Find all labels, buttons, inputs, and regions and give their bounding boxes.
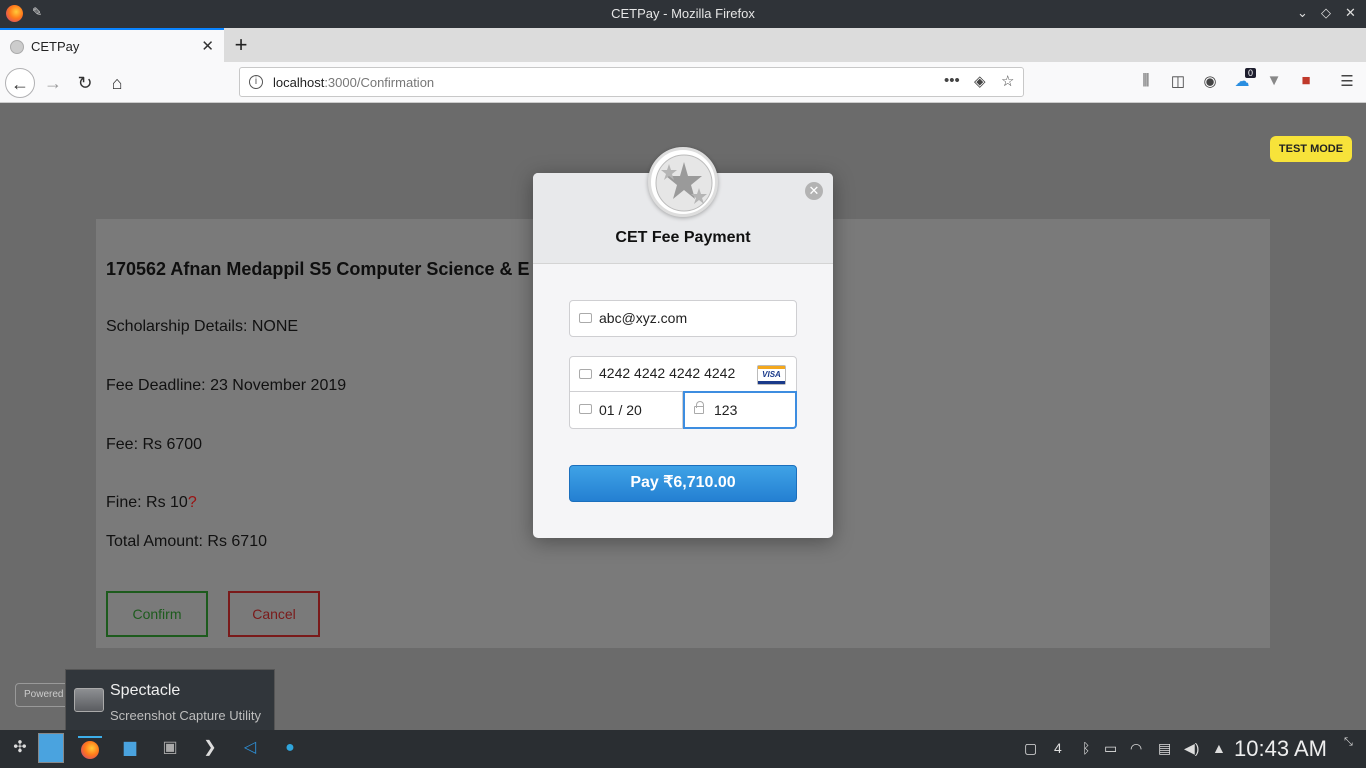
- app-launcher-icon[interactable]: ✣: [8, 736, 32, 760]
- modal-header: CET Fee Payment ✕: [533, 147, 833, 264]
- cancel-button[interactable]: Cancel: [228, 591, 320, 637]
- url-text[interactable]: localhost:3000/Confirmation: [273, 75, 434, 90]
- extension-badge: 0: [1245, 68, 1257, 78]
- expiry-field[interactable]: 01 / 20: [569, 391, 683, 429]
- wifi-icon[interactable]: ◠: [1130, 740, 1142, 757]
- taskbar: ✣ ▆ ▣ ❯ ◁ ● ▢ 4 ᛒ ▭ ◠ ▤ ◀) ▲ 10:43 AM ⤡: [0, 730, 1366, 768]
- file-manager-icon[interactable]: ▆: [118, 736, 142, 760]
- taskbar-firefox-icon[interactable]: [78, 736, 102, 760]
- payment-modal: CET Fee Payment ✕ abc@xyz.com 4242 4242 …: [533, 147, 833, 538]
- battery-icon[interactable]: ▭: [1104, 740, 1117, 757]
- cvc-value[interactable]: 123: [714, 402, 737, 418]
- tab-bar: CETPay ✕ +: [0, 28, 1366, 62]
- email-value[interactable]: abc@xyz.com: [599, 310, 687, 326]
- bluetooth-icon[interactable]: ᛒ: [1082, 740, 1090, 756]
- lock-icon: [694, 401, 704, 414]
- test-mode-badge: TEST MODE: [1270, 136, 1352, 162]
- account-icon[interactable]: ◉: [1200, 72, 1220, 90]
- tab-cetpay[interactable]: CETPay ✕: [0, 28, 224, 62]
- bookmark-star-icon[interactable]: ☆: [1001, 72, 1014, 90]
- library-icon[interactable]: ⫼: [1136, 72, 1156, 89]
- notes-icon[interactable]: ▢: [1024, 740, 1037, 757]
- vue-devtools-icon[interactable]: ▼: [1264, 72, 1284, 89]
- clipboard-icon[interactable]: ▤: [1158, 740, 1171, 757]
- calendar-icon: [579, 404, 592, 414]
- vscode-icon[interactable]: ◁: [238, 736, 262, 760]
- close-modal-icon[interactable]: ✕: [805, 182, 823, 200]
- envelope-icon: [579, 313, 592, 323]
- pocket-icon[interactable]: ◈: [974, 72, 986, 90]
- window-title: CETPay - Mozilla Firefox: [611, 6, 755, 21]
- close-window-button[interactable]: ✕: [1345, 5, 1356, 21]
- taskbar-tooltip: Spectacle Screenshot Capture Utility: [65, 669, 275, 731]
- volume-icon[interactable]: ◀): [1184, 740, 1199, 757]
- sidebar-icon[interactable]: ◫: [1168, 72, 1188, 90]
- visa-icon: VISA: [757, 365, 786, 385]
- fee-amount: Fee: Rs 6700: [106, 436, 203, 453]
- window-titlebar: ✎ CETPay - Mozilla Firefox ⌄ ◇ ✕: [0, 0, 1366, 28]
- reload-button[interactable]: ↻: [70, 68, 100, 98]
- terminal-icon[interactable]: ❯: [198, 736, 222, 760]
- modal-title: CET Fee Payment: [615, 229, 751, 246]
- tooltip-app-desc: Screenshot Capture Utility: [110, 708, 262, 723]
- menu-icon[interactable]: ☰: [1337, 72, 1357, 90]
- taskbar-spectacle-icon[interactable]: ▣: [158, 736, 182, 760]
- fine-amount: Fine: Rs 10?: [106, 494, 197, 511]
- pay-button[interactable]: Pay ₹6,710.00: [569, 465, 797, 502]
- credit-card-icon: [579, 369, 592, 379]
- info-icon[interactable]: i: [249, 75, 263, 89]
- url-bar[interactable]: i localhost:3000/Confirmation ••• ◈ ☆: [239, 67, 1024, 97]
- expiry-value[interactable]: 01 / 20: [599, 402, 642, 418]
- new-tab-button[interactable]: +: [230, 32, 252, 58]
- fine-help-icon[interactable]: ?: [188, 494, 197, 511]
- tooltip-app-name: Spectacle: [110, 682, 181, 699]
- student-heading: 170562 Afnan Medappil S5 Computer Scienc…: [106, 259, 530, 279]
- back-button[interactable]: ←: [5, 68, 35, 98]
- show-desktop-icon[interactable]: ⤡: [1344, 736, 1353, 749]
- minimize-button[interactable]: ⌄: [1297, 5, 1308, 21]
- email-field[interactable]: abc@xyz.com: [569, 300, 797, 337]
- globe-icon: [10, 40, 24, 54]
- telegram-icon[interactable]: ●: [278, 736, 302, 760]
- merchant-logo: [648, 147, 718, 217]
- confirm-button[interactable]: Confirm: [106, 591, 208, 637]
- nav-toolbar: ← → ↻ ⌂ i localhost:3000/Confirmation ••…: [0, 62, 1366, 103]
- spectacle-icon: [74, 688, 104, 712]
- desktop-number[interactable]: 4: [1054, 740, 1062, 756]
- home-button[interactable]: ⌂: [102, 68, 132, 98]
- card-number-value[interactable]: 4242 4242 4242 4242: [599, 365, 735, 381]
- page-actions-icon[interactable]: •••: [944, 72, 960, 89]
- card-number-field[interactable]: 4242 4242 4242 4242 VISA: [569, 356, 797, 392]
- desktop-pager-icon[interactable]: [38, 733, 64, 763]
- fee-deadline: Fee Deadline: 23 November 2019: [106, 377, 347, 394]
- tab-label: CETPay: [31, 39, 80, 54]
- tray-expand-icon[interactable]: ▲: [1212, 740, 1226, 756]
- total-amount: Total Amount: Rs 6710: [106, 533, 267, 550]
- extension-icon[interactable]: ■: [1296, 72, 1316, 89]
- forward-button[interactable]: →: [38, 68, 68, 98]
- scholarship-details: Scholarship Details: NONE: [106, 318, 299, 335]
- maximize-button[interactable]: ◇: [1321, 5, 1331, 21]
- clock[interactable]: 10:43 AM: [1234, 736, 1327, 762]
- cvc-field[interactable]: 123: [683, 391, 797, 429]
- close-tab-icon[interactable]: ✕: [201, 37, 214, 55]
